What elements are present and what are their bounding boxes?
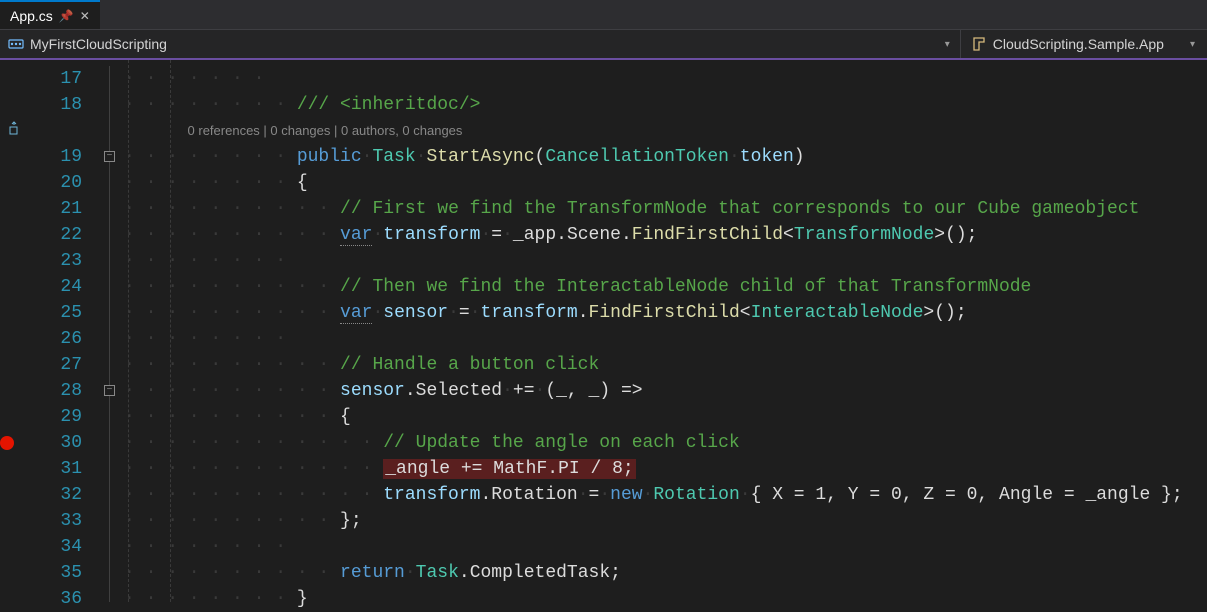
line-number: [40, 118, 82, 144]
codelens-text[interactable]: 0 references | 0 changes | 0 authors, 0 …: [188, 123, 463, 138]
chevron-down-icon: ▾: [1190, 39, 1195, 50]
line-number: 35: [40, 560, 82, 586]
code-line[interactable]: · · · · · · · · }: [124, 586, 1207, 612]
member-dropdown[interactable]: CloudScripting.Sample.App ▾: [960, 30, 1207, 58]
pin-icon[interactable]: 📌: [59, 9, 74, 23]
navigation-bar: MyFirstCloudScripting ▾ CloudScripting.S…: [0, 30, 1207, 60]
line-number: 28: [40, 378, 82, 404]
line-number-gutter: 17 18 19 20 21 22 23 24 25 26 27 28 29 3…: [40, 60, 100, 602]
code-line[interactable]: · · · · · · · · · · sensor.Selected·+=·(…: [124, 378, 1207, 404]
line-number: 21: [40, 196, 82, 222]
line-number: 25: [40, 300, 82, 326]
line-number: 29: [40, 404, 82, 430]
line-number: 26: [40, 326, 82, 352]
namespace-icon: [8, 36, 24, 52]
line-number: 36: [40, 586, 82, 612]
line-number: 34: [40, 534, 82, 560]
fold-toggle[interactable]: −: [104, 385, 115, 396]
breakpoint-dot[interactable]: [0, 436, 14, 450]
line-number: 31: [40, 456, 82, 482]
line-number: 22: [40, 222, 82, 248]
outline-margin[interactable]: − −: [100, 60, 124, 602]
code-line[interactable]: · · · · · · · ·: [124, 326, 1207, 352]
tab-title: App.cs: [10, 8, 53, 24]
line-number: 19: [40, 144, 82, 170]
line-number: 20: [40, 170, 82, 196]
breakpoint-margin[interactable]: [0, 60, 40, 602]
code-line[interactable]: · · · · · · · · · · · · // Update the an…: [124, 430, 1207, 456]
code-line[interactable]: · · · · · · · · · · · · _angle += MathF.…: [124, 456, 1207, 482]
line-number: 24: [40, 274, 82, 300]
code-line[interactable]: · · · · · · · · · · return·Task.Complete…: [124, 560, 1207, 586]
code-line[interactable]: · · · · · · ·: [124, 66, 1207, 92]
code-line[interactable]: · · · · · · · · /// <inheritdoc/>: [124, 92, 1207, 118]
code-line[interactable]: · · · · · · · · · · var·transform·=·_app…: [124, 222, 1207, 248]
line-number: 23: [40, 248, 82, 274]
code-line[interactable]: · · · · · · · · · · var·sensor·=·transfo…: [124, 300, 1207, 326]
line-number: 27: [40, 352, 82, 378]
highlighted-statement: _angle += MathF.PI / 8;: [383, 459, 635, 479]
code-line[interactable]: · · · · · · · · · · };: [124, 508, 1207, 534]
code-line[interactable]: · · · · · · · ·: [124, 248, 1207, 274]
code-line[interactable]: · · · · · · · ·: [124, 534, 1207, 560]
line-number: 30: [40, 430, 82, 456]
tab-bar: App.cs 📌 ✕: [0, 0, 1207, 30]
file-tab[interactable]: App.cs 📌 ✕: [0, 0, 100, 29]
modified-indicator-icon: [8, 121, 24, 142]
code-line[interactable]: · · · · · · · · public·Task·StartAsync(C…: [124, 144, 1207, 170]
close-icon[interactable]: ✕: [80, 9, 90, 23]
code-line[interactable]: · · · · · · · · · · // First we find the…: [124, 196, 1207, 222]
line-number: 18: [40, 92, 82, 118]
fold-toggle[interactable]: −: [104, 151, 115, 162]
scope-dropdown[interactable]: MyFirstCloudScripting ▾: [0, 36, 960, 52]
code-editor[interactable]: 17 18 19 20 21 22 23 24 25 26 27 28 29 3…: [0, 60, 1207, 602]
line-number: 33: [40, 508, 82, 534]
chevron-down-icon: ▾: [945, 39, 950, 50]
code-line[interactable]: · · · · · · · · · · // Then we find the …: [124, 274, 1207, 300]
line-number: 32: [40, 482, 82, 508]
code-line[interactable]: · · · · · · · · · · {: [124, 404, 1207, 430]
member-label: CloudScripting.Sample.App: [993, 36, 1164, 52]
code-content[interactable]: · · · · · · · · · · · · · · · /// <inher…: [124, 60, 1207, 602]
code-line[interactable]: · · · · · · · · {: [124, 170, 1207, 196]
code-line[interactable]: · · · · · · · · · · // Handle a button c…: [124, 352, 1207, 378]
line-number: 17: [40, 66, 82, 92]
code-line[interactable]: · · · · · · · · · · · · transform.Rotati…: [124, 482, 1207, 508]
scope-label: MyFirstCloudScripting: [30, 36, 167, 52]
class-icon: [971, 36, 987, 52]
codelens-line[interactable]: · · · · · · · · 0 references | 0 changes…: [124, 118, 1207, 144]
doc-comment: /// <inheritdoc/>: [297, 95, 481, 115]
